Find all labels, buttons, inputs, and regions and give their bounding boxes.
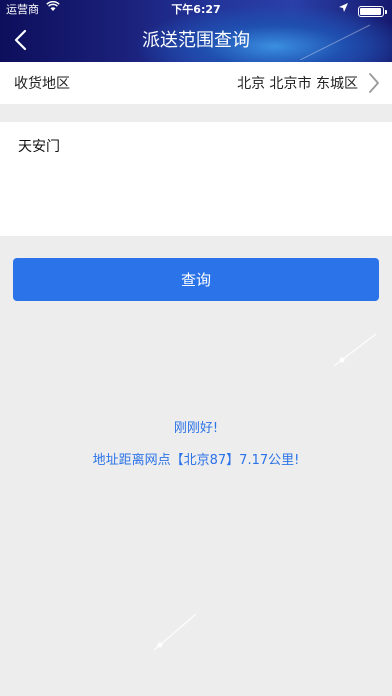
decorative-sparkle-icon: [333, 333, 377, 367]
status-time: 下午6:27: [171, 3, 221, 16]
location-arrow-icon: [339, 0, 348, 20]
chevron-right-icon: [369, 73, 379, 93]
query-button[interactable]: 查询: [13, 258, 379, 301]
battery-icon: [358, 6, 387, 17]
address-input-container: [0, 122, 392, 236]
status-bar: 运营商 下午6:27: [0, 0, 392, 20]
region-value: 北京 北京市 东城区: [237, 76, 358, 92]
region-selector-row[interactable]: 收货地区 北京 北京市 东城区: [0, 62, 392, 104]
navigation-bar: 运营商 下午6:27 派送范围查询: [0, 0, 392, 62]
address-input[interactable]: [18, 136, 374, 226]
result-message: 刚刚好!: [173, 421, 219, 436]
region-label: 收货地区: [14, 76, 70, 92]
result-distance: 地址距离网点【北京87】7.17公里!: [92, 453, 300, 468]
decorative-sparkle-icon: [153, 613, 197, 651]
decorative-sparkle-icon: [300, 24, 371, 60]
